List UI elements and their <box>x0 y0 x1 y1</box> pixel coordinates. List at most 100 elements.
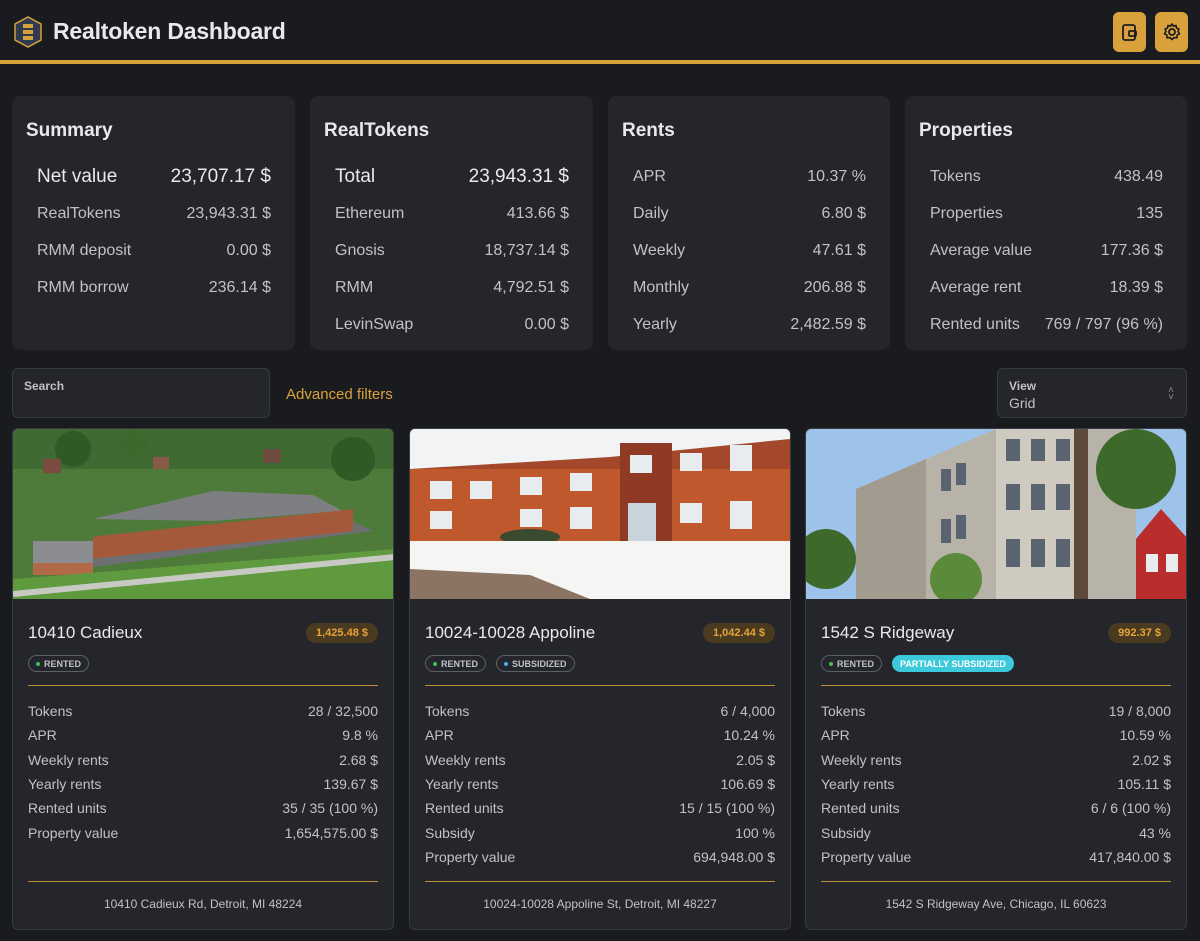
view-select[interactable]: View Grid ˄ ˅ <box>997 368 1187 418</box>
status-badge-subsidized: SUBSIDIZED <box>496 655 575 672</box>
row-label: Weekly rents <box>425 751 506 768</box>
property-card[interactable]: 10024-10028 Appoline 1,042.44 $ RENTED S… <box>409 428 791 930</box>
row-value: 0.00 $ <box>226 241 271 259</box>
badge-label: RENTED <box>44 658 82 669</box>
property-row-yearly-rents: Yearly rents 106.69 $ <box>425 772 775 796</box>
settings-button[interactable] <box>1155 12 1188 52</box>
divider <box>28 685 378 686</box>
property-name: 10024-10028 Appoline <box>425 623 596 642</box>
realtokens-row-ethereum: Ethereum 413.66 $ <box>324 195 573 232</box>
row-value: 769 / 797 (96 %) <box>1044 315 1163 333</box>
app-header: Realtoken Dashboard <box>0 0 1200 64</box>
property-row-subsidy: Subsidy 100 % <box>425 820 775 844</box>
row-value: 18,737.14 $ <box>484 241 569 259</box>
row-value: 6 / 4,000 <box>720 703 776 720</box>
properties-row-tokens: Tokens 438.49 <box>919 158 1167 195</box>
realtokens-row-levinswap: LevinSwap 0.00 $ <box>324 306 573 343</box>
row-value: 2.68 $ <box>339 751 378 768</box>
status-dot-icon <box>504 661 509 666</box>
row-value: 18.39 $ <box>1109 278 1163 296</box>
row-value: 135 <box>1136 204 1163 222</box>
row-label: Weekly <box>633 241 686 259</box>
price-badge: 1,042.44 $ <box>703 623 775 643</box>
row-value: 9.8 % <box>342 727 378 744</box>
status-dot-icon <box>829 661 833 666</box>
row-label: RMM borrow <box>37 278 129 296</box>
row-label: Average value <box>930 241 1032 259</box>
realtokens-row-rmm: RMM 4,792.51 $ <box>324 269 573 306</box>
property-address: 10410 Cadieux Rd, Detroit, MI 48224 <box>103 897 303 911</box>
property-row-tokens: Tokens 19 / 8,000 <box>821 699 1171 723</box>
row-label: Monthly <box>633 278 690 296</box>
search-field[interactable]: Search <box>12 368 270 418</box>
row-value: 4,792.51 $ <box>493 278 569 296</box>
row-value: 2,482.59 $ <box>790 315 866 333</box>
row-label: Rented units <box>28 800 107 817</box>
row-value: 105.11 $ <box>1117 776 1171 793</box>
row-label: Subsidy <box>425 824 475 841</box>
rents-row-daily: Daily 6.80 $ <box>622 195 870 232</box>
property-address: 1542 S Ridgeway Ave, Chicago, IL 60623 <box>885 897 1107 911</box>
property-row-apr: APR 10.59 % <box>821 723 1171 747</box>
advanced-filters-link[interactable]: Advanced filters <box>286 386 393 403</box>
properties-card: Properties Tokens 438.49 Properties 135 Av… <box>905 96 1187 350</box>
property-row-property-value: Property value 417,840.00 $ <box>821 845 1171 869</box>
row-value: 23,943.31 $ <box>186 204 271 222</box>
row-label: Rented units <box>821 800 900 817</box>
row-value: 0.00 $ <box>524 315 569 333</box>
property-card[interactable]: 1542 S Ridgeway 992.37 $ RENTED PARTIALL… <box>805 428 1187 930</box>
property-name: 10410 Cadieux <box>28 623 143 642</box>
property-row-rented-units: Rented units 6 / 6 (100 %) <box>821 796 1171 820</box>
row-label: Yearly rents <box>28 776 102 793</box>
realtokens-row-total: Total 23,943.31 $ <box>324 158 573 195</box>
row-label: Total <box>335 165 376 187</box>
price-badge: 992.37 $ <box>1108 623 1171 643</box>
search-input[interactable] <box>24 397 258 413</box>
divider <box>425 881 775 882</box>
row-label: Tokens <box>821 703 866 720</box>
rents-title: Rents <box>622 120 675 141</box>
row-value: 19 / 8,000 <box>1108 703 1171 720</box>
row-value: 694,948.00 $ <box>693 848 775 865</box>
property-row-rented-units: Rented units 35 / 35 (100 %) <box>28 796 378 820</box>
property-address: 10024-10028 Appoline St, Detroit, MI 482… <box>483 897 717 911</box>
divider <box>28 881 378 882</box>
row-label: Properties <box>930 204 1003 222</box>
divider <box>425 685 775 686</box>
wallet-button[interactable] <box>1113 12 1146 52</box>
row-value: 23,707.17 $ <box>170 165 271 187</box>
property-card[interactable]: 10410 Cadieux 1,425.48 $ RENTED Tokens 28… <box>12 428 394 930</box>
row-value: 23,943.31 $ <box>468 165 569 187</box>
row-value: 438.49 <box>1114 167 1163 185</box>
row-value: 1,654,575.00 $ <box>284 824 378 841</box>
property-image <box>13 429 393 599</box>
properties-row-average-rent: Average rent 18.39 $ <box>919 269 1167 306</box>
property-row-weekly-rents: Weekly rents 2.68 $ <box>28 748 378 772</box>
property-row-apr: APR 9.8 % <box>28 723 378 747</box>
row-label: Daily <box>633 204 669 222</box>
rents-row-apr: APR 10.37 % <box>622 158 870 195</box>
property-name: 1542 S Ridgeway <box>821 623 955 642</box>
row-value: 47.61 $ <box>812 241 866 259</box>
row-value: 139.67 $ <box>323 776 379 793</box>
status-dot-icon <box>433 661 437 666</box>
row-value: 10.59 % <box>1119 727 1171 744</box>
properties-row-rented-units: Rented units 769 / 797 (96 %) <box>919 306 1167 343</box>
view-label: View <box>1009 379 1037 393</box>
row-value: 177.36 $ <box>1100 241 1163 259</box>
row-label: Property value <box>821 848 912 865</box>
property-row-yearly-rents: Yearly rents 105.11 $ <box>821 772 1171 796</box>
summary-row-rmm-deposit: RMM deposit 0.00 $ <box>26 232 275 269</box>
view-value: Grid <box>1009 395 1036 411</box>
row-value: 413.66 $ <box>506 204 569 222</box>
row-label: Net value <box>37 165 118 187</box>
realtokens-card: RealTokens Total 23,943.31 $ Ethereum 413.… <box>310 96 593 350</box>
property-row-apr: APR 10.24 % <box>425 723 775 747</box>
status-badge-rented: RENTED <box>28 655 90 672</box>
row-label: Rented units <box>930 315 1020 333</box>
property-row-subsidy: Subsidy 43 % <box>821 820 1171 844</box>
row-label: Property value <box>28 824 119 841</box>
property-row-property-value: Property value 1,654,575.00 $ <box>28 820 378 844</box>
realtokens-title: RealTokens <box>324 120 430 141</box>
status-dot-icon <box>36 661 40 666</box>
